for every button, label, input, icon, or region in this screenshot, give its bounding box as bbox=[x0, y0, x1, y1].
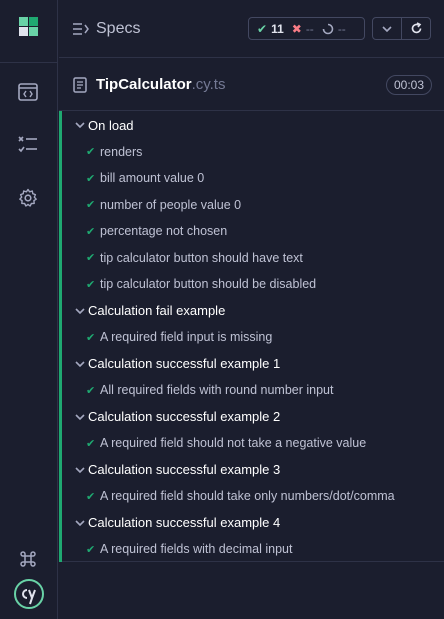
chevron-down-icon bbox=[75, 519, 85, 526]
test-list: On load ✔ renders ✔ bill amount value 0 ✔ numb… bbox=[59, 111, 444, 562]
suite-title: Calculation successful example 1 bbox=[88, 356, 281, 371]
test-title: All required fields with round number in… bbox=[100, 383, 334, 397]
suite-title: Calculation successful example 2 bbox=[88, 409, 281, 424]
gear-icon bbox=[19, 188, 37, 207]
suite-row[interactable]: Calculation successful example 4 bbox=[59, 510, 444, 536]
test-row[interactable]: ✔ A required field should not take a nega… bbox=[59, 430, 444, 456]
test-row[interactable]: ✔ A required fields with decimal input bbox=[59, 536, 444, 562]
sidebar-item-specs[interactable] bbox=[17, 81, 39, 103]
test-row[interactable]: ✔ A required field input is missing bbox=[59, 324, 444, 350]
test-row[interactable]: ✔ tip calculator button should be disable… bbox=[59, 271, 444, 297]
test-row[interactable]: ✔ A required field should take only numbe… bbox=[59, 483, 444, 509]
sidebar-divider bbox=[0, 62, 58, 63]
test-row[interactable]: ✔ tip calculator button should have text bbox=[59, 245, 444, 271]
check-icon: ✔ bbox=[86, 278, 96, 291]
sidebar-item-runs[interactable] bbox=[17, 134, 39, 156]
check-icon: ✔ bbox=[86, 490, 96, 503]
test-title: number of people value 0 bbox=[100, 197, 242, 212]
x-icon: ✖ bbox=[291, 21, 302, 36]
chevron-down-icon bbox=[75, 413, 85, 420]
test-row[interactable]: ✔ renders bbox=[59, 139, 444, 165]
test-title: A required fields with decimal input bbox=[100, 542, 293, 556]
test-title: tip calculator button should be disabled bbox=[100, 277, 317, 291]
reporter-controls bbox=[372, 17, 431, 40]
cypress-app-logo-icon bbox=[19, 17, 38, 36]
test-title: percentage not chosen bbox=[100, 224, 228, 238]
passed-count: ✔ 11 bbox=[257, 21, 284, 36]
test-list-icon bbox=[18, 136, 37, 153]
command-key-icon bbox=[20, 551, 36, 567]
spec-file-row[interactable]: TipCalculator.cy.ts 00:03 bbox=[59, 59, 444, 111]
check-icon: ✔ bbox=[86, 543, 96, 556]
test-title: A required field input is missing bbox=[100, 330, 273, 344]
test-row[interactable]: ✔ All required fields with round number i… bbox=[59, 377, 444, 403]
check-icon: ✔ bbox=[86, 225, 96, 238]
specs-title[interactable]: Specs bbox=[96, 20, 140, 38]
test-row[interactable]: ✔ number of people value 0 bbox=[59, 192, 444, 218]
suite-row[interactable]: On load bbox=[59, 112, 444, 138]
spec-base-name: TipCalculator bbox=[96, 76, 192, 93]
suite-title: On load bbox=[88, 117, 134, 133]
reporter-header: Specs ✔ 11 ✖ -- -- bbox=[59, 0, 444, 58]
test-title: tip calculator button should have text bbox=[100, 250, 303, 265]
check-icon: ✔ bbox=[86, 384, 96, 397]
test-title: A required field should take only number… bbox=[100, 489, 395, 503]
main-panel: Specs ✔ 11 ✖ -- -- TipCalculator.cy.ts 0… bbox=[59, 0, 444, 619]
browser-code-icon bbox=[18, 83, 38, 101]
suite-row[interactable]: Calculation successful example 2 bbox=[59, 404, 444, 430]
check-icon: ✔ bbox=[86, 146, 96, 158]
refresh-icon bbox=[411, 22, 422, 34]
failed-count: ✖ -- bbox=[291, 21, 314, 36]
suite-title: Calculation fail example bbox=[88, 303, 226, 318]
test-row[interactable]: ✔ percentage not chosen bbox=[59, 218, 444, 244]
check-icon: ✔ bbox=[86, 199, 96, 211]
suite-title: Calculation successful example 4 bbox=[88, 515, 281, 530]
suite-row[interactable]: Calculation successful example 1 bbox=[59, 351, 444, 377]
test-row[interactable]: ✔ bill amount value 0 bbox=[59, 165, 444, 191]
chevron-down-icon bbox=[75, 466, 85, 473]
check-icon: ✔ bbox=[86, 252, 96, 264]
test-title: A required field should not take a negat… bbox=[100, 436, 367, 450]
spec-extension: .cy.ts bbox=[191, 76, 226, 93]
test-title: renders bbox=[100, 144, 143, 159]
sidebar-item-settings[interactable] bbox=[17, 187, 39, 209]
chevron-down-icon bbox=[75, 122, 85, 129]
spec-file-name: TipCalculator.cy.ts bbox=[96, 76, 225, 93]
check-icon: ✔ bbox=[86, 437, 96, 450]
spec-duration: 00:03 bbox=[386, 75, 432, 95]
pending-count: -- bbox=[322, 22, 346, 36]
cypress-logo-button[interactable] bbox=[13, 578, 45, 610]
test-stats: ✔ 11 ✖ -- -- bbox=[248, 17, 365, 40]
suite-title: Calculation successful example 3 bbox=[88, 462, 281, 477]
spinner-icon bbox=[322, 23, 334, 34]
check-icon: ✔ bbox=[86, 172, 96, 185]
chevron-down-icon bbox=[75, 307, 85, 314]
check-icon: ✔ bbox=[86, 331, 96, 344]
rerun-button[interactable] bbox=[401, 18, 430, 39]
cypress-logo-icon bbox=[14, 579, 44, 609]
test-title: bill amount value 0 bbox=[100, 171, 205, 185]
suite-row[interactable]: Calculation fail example bbox=[59, 298, 444, 324]
specs-list-icon[interactable] bbox=[73, 22, 89, 36]
check-icon: ✔ bbox=[257, 21, 268, 36]
sidebar bbox=[0, 0, 58, 619]
document-icon bbox=[73, 77, 87, 93]
collapse-all-button[interactable] bbox=[373, 18, 401, 39]
chevron-down-icon bbox=[382, 25, 392, 32]
chevron-down-icon bbox=[75, 360, 85, 367]
keyboard-shortcuts-button[interactable] bbox=[17, 548, 39, 570]
suite-row[interactable]: Calculation successful example 3 bbox=[59, 457, 444, 483]
